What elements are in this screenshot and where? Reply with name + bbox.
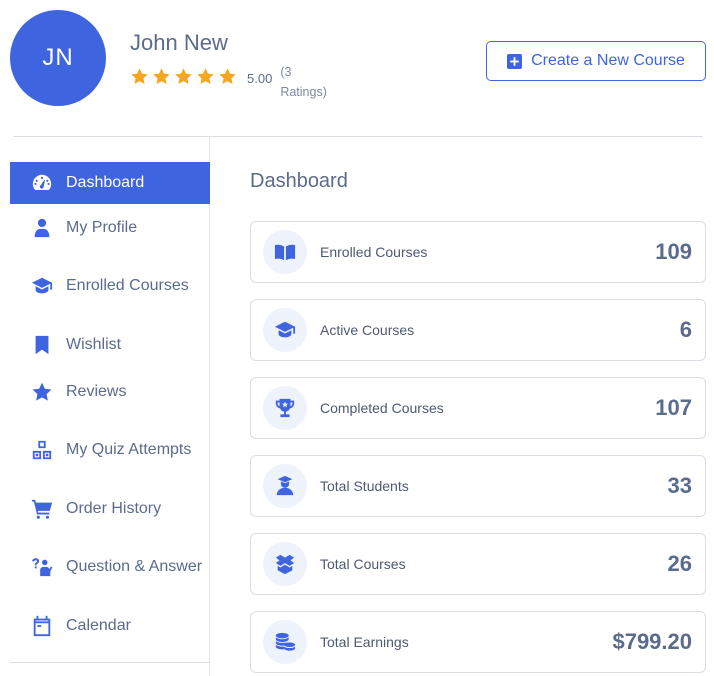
coins-icon — [263, 620, 307, 664]
trophy-icon — [263, 386, 307, 430]
sidebar-item-dashboard[interactable]: Dashboard — [10, 162, 210, 204]
bookmark-icon — [30, 333, 54, 357]
sidebar-item-label: My Profile — [66, 218, 138, 236]
star-icon — [30, 380, 54, 404]
rating-row: 5.00 (3 Ratings) — [130, 62, 340, 102]
stat-card-label: Enrolled Courses — [320, 244, 428, 260]
sidebar-item-label: Reviews — [66, 382, 127, 400]
sidebar-item-label: Enrolled Courses — [66, 277, 189, 294]
stat-card-value: 107 — [655, 395, 692, 420]
sidebar-item-wishlist[interactable]: Wishlist — [10, 321, 210, 368]
book-open-icon — [263, 230, 307, 274]
sidebar-item-label: Calendar — [66, 616, 131, 634]
stat-card-total-earnings: Total Earnings $799.20 — [250, 611, 706, 673]
sidebar-item-label: Dashboard — [66, 174, 145, 191]
quiz-blocks-icon — [30, 438, 54, 462]
star-icon — [131, 68, 148, 84]
sidebar-item-calendar[interactable]: Calendar — [10, 602, 210, 649]
star-icon — [219, 68, 236, 84]
stat-card-value: $799.20 — [612, 629, 692, 654]
star-icon — [197, 68, 214, 84]
sidebar-nav: Dashboard My Profile Enrolled Courses Wi… — [10, 162, 210, 649]
stat-card-label: Total Courses — [320, 556, 406, 572]
stat-card-total-courses: Total Courses 26 — [250, 533, 706, 595]
rating-count: (3 Ratings) — [280, 65, 327, 99]
graduation-cap-icon — [30, 274, 54, 298]
stat-card-completed-courses: Completed Courses 107 — [250, 377, 706, 439]
avatar[interactable]: JN — [10, 10, 106, 106]
graduation-cap-icon — [263, 308, 307, 352]
calendar-icon — [30, 614, 54, 638]
star-icon — [153, 68, 170, 84]
stat-card-total-students: Total Students 33 — [250, 455, 706, 517]
dashboard-gauge-icon — [30, 171, 54, 195]
stat-card-label: Active Courses — [320, 322, 415, 338]
create-course-label: Create a New Course — [531, 52, 685, 69]
sidebar-item-reviews[interactable]: Reviews — [10, 368, 210, 415]
user-name: John New — [130, 30, 228, 55]
user-icon — [30, 216, 54, 240]
sidebar-item-my-quiz-attempts[interactable]: My Quiz Attempts — [10, 415, 210, 485]
question-person-icon — [30, 555, 54, 579]
sidebar-item-label: Question & Answer — [66, 558, 203, 575]
sidebar-item-label: Order History — [66, 499, 162, 517]
student-icon — [263, 464, 307, 508]
stat-card-enrolled-courses: Enrolled Courses 109 — [250, 221, 706, 283]
sidebar-divider — [10, 662, 210, 663]
cart-icon — [30, 497, 54, 521]
profile-header: JN John New 5.00 (3 Ratings) Create a Ne… — [0, 0, 714, 136]
stat-card-label: Completed Courses — [320, 400, 444, 416]
stat-card-label: Total Students — [320, 478, 409, 494]
plus-square-icon — [507, 53, 523, 69]
create-course-button[interactable]: Create a New Course — [486, 41, 706, 81]
sidebar-item-label: My Quiz Attempts — [66, 441, 192, 458]
page-title: Dashboard — [250, 170, 348, 192]
sidebar: Dashboard My Profile Enrolled Courses Wi… — [10, 137, 210, 676]
stat-card-label: Total Earnings — [320, 634, 409, 650]
star-icon — [175, 68, 192, 84]
stat-card-value: 109 — [655, 239, 692, 264]
sidebar-item-my-profile[interactable]: My Profile — [10, 204, 210, 251]
rating-value: 5.00 — [247, 71, 273, 86]
stat-card-value: 33 — [667, 473, 692, 498]
stat-card-value: 6 — [679, 317, 692, 342]
sidebar-item-enrolled-courses[interactable]: Enrolled Courses — [10, 251, 210, 321]
sidebar-item-label: Wishlist — [66, 335, 122, 353]
star-rating — [130, 67, 237, 86]
box-icon — [263, 542, 307, 586]
stat-card-value: 26 — [667, 551, 692, 576]
sidebar-item-question-answer[interactable]: Question & Answer — [10, 532, 210, 602]
stat-card-active-courses: Active Courses 6 — [250, 299, 706, 361]
sidebar-item-order-history[interactable]: Order History — [10, 485, 210, 532]
